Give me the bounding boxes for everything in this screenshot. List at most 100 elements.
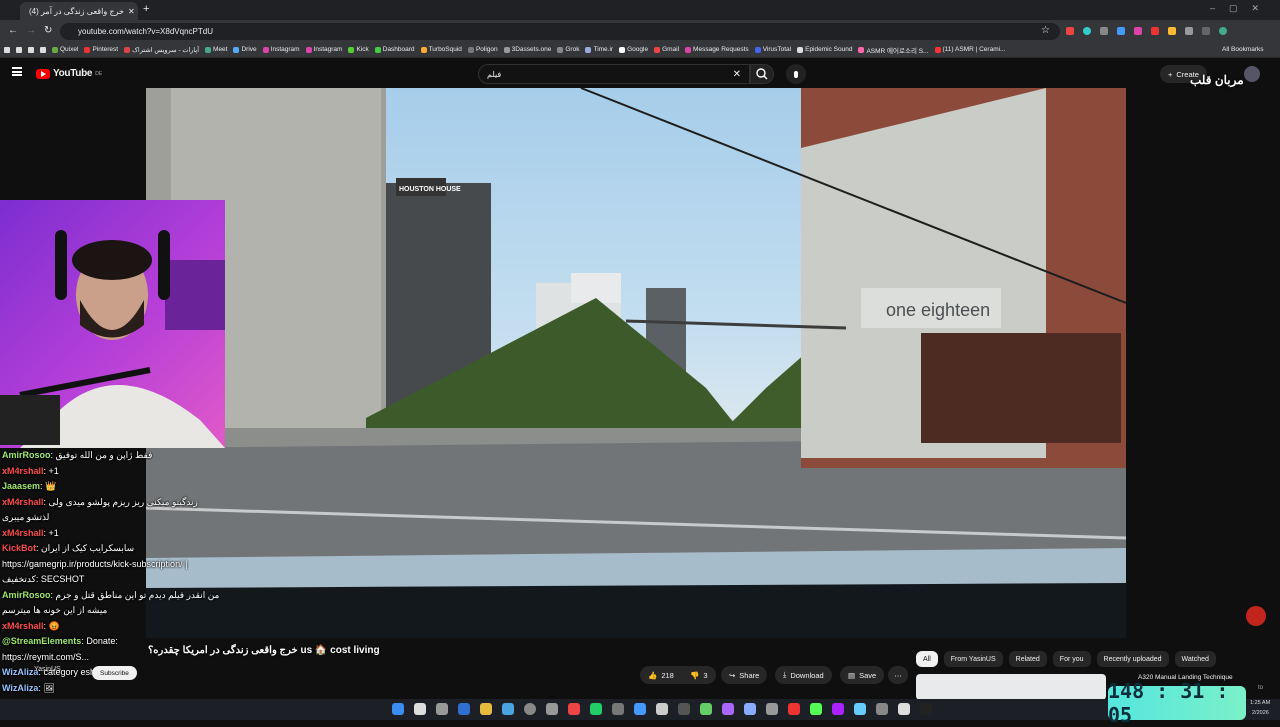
taskbar-app-icon[interactable] <box>898 703 910 715</box>
bookmark-favicon-icon <box>557 46 564 53</box>
taskbar-app-icon[interactable] <box>876 703 888 715</box>
bookmark-item[interactable]: آپارات - سرویس اشتراک <box>124 46 199 54</box>
bookmark-item[interactable]: Quixel <box>52 46 78 53</box>
dislike-button[interactable]: 👎 3 <box>682 666 716 684</box>
bookmark-item[interactable]: Dashboard <box>374 46 415 53</box>
taskbar-app-icon[interactable] <box>612 703 624 715</box>
bookmark-folder-icon[interactable] <box>16 46 22 53</box>
chat-username: AmirRosoo <box>2 450 51 460</box>
download-button[interactable]: ⤓ Download <box>775 666 832 684</box>
taskbar-app-icon[interactable] <box>788 703 800 715</box>
taskbar-app-icon[interactable] <box>392 703 404 715</box>
bookmark-item[interactable]: Message Requests <box>685 46 749 53</box>
reload-icon[interactable]: ↻ <box>44 25 52 36</box>
bookmark-favicon-icon <box>52 46 58 53</box>
bookmark-item[interactable]: ASMR 에어로소리 S... <box>858 45 929 55</box>
overlay-brand: مربان قلب <box>1190 73 1244 87</box>
taskbar-app-icon[interactable] <box>700 703 712 715</box>
subscribe-button[interactable]: Subscribe <box>92 666 137 680</box>
taskbar-app-icon[interactable] <box>436 703 448 715</box>
bookmark-item[interactable]: (11) ASMR | Cerami... <box>934 46 1005 53</box>
taskbar-app-icon[interactable] <box>414 703 426 715</box>
bookmark-folder-icon[interactable] <box>28 46 34 53</box>
taskbar-app-icon[interactable] <box>590 703 602 715</box>
bookmark-item[interactable]: VirusTotal <box>754 46 791 53</box>
filter-chip[interactable]: Recently uploaded <box>1096 651 1169 667</box>
bookmark-item[interactable]: Drive <box>233 46 257 53</box>
bookmark-folder-icon[interactable] <box>4 46 10 53</box>
taskbar-app-icon[interactable] <box>634 703 646 715</box>
taskbar-app-icon[interactable] <box>546 703 558 715</box>
browser-tab[interactable]: (4) خرج واقعی زندگی در آمر ✕ <box>20 2 138 20</box>
search-button[interactable] <box>750 64 774 84</box>
youtube-logo[interactable]: YouTube DE <box>36 68 102 79</box>
bookmark-folder-icon[interactable] <box>40 46 46 53</box>
bookmark-item[interactable]: Time.ir <box>585 46 613 53</box>
all-bookmarks[interactable]: All Bookmarks <box>1222 46 1264 53</box>
chat-text: فقط ژاپن و من الله توفیق <box>55 450 153 460</box>
more-actions-button[interactable]: ⋯ <box>888 666 908 684</box>
channel-name[interactable]: YasinUS <box>34 666 61 673</box>
bookmark-item[interactable]: Poligon <box>467 46 498 53</box>
thumbs-up-icon: 👍 <box>648 670 658 680</box>
bookmark-item[interactable]: Epidemic Sound <box>797 46 852 53</box>
new-tab-button[interactable]: + <box>143 3 149 15</box>
bookmark-item[interactable]: 3Dassets.one <box>503 46 551 53</box>
taskbar-app-icon[interactable] <box>722 703 734 715</box>
chat-text: من انقدر فیلم دیدم تو این مناطق قتل و جر… <box>55 589 220 600</box>
recommended-thumbnail[interactable] <box>916 674 1106 700</box>
bookmark-favicon-icon <box>754 46 761 53</box>
bookmark-label: ASMR 에어로소리 S... <box>866 47 929 55</box>
bookmark-item[interactable]: Meet <box>205 46 227 53</box>
forward-icon[interactable]: → <box>26 25 36 36</box>
save-button[interactable]: ▤ Save <box>840 666 885 684</box>
close-tab-icon[interactable]: ✕ <box>128 7 135 16</box>
avatar[interactable] <box>1244 66 1260 82</box>
filter-chip[interactable]: Watched <box>1174 651 1216 667</box>
taskbar-app-icon[interactable] <box>524 703 536 715</box>
chat-message: xM4rshall: +1 <box>2 527 59 538</box>
bookmark-item[interactable]: Google <box>619 46 648 53</box>
taskbar-app-icon[interactable] <box>678 703 690 715</box>
chat-message: KickBot: سابسکرایب کیک از ایران <box>2 543 135 553</box>
subathon-timer: 148 : 31 : 05 <box>1108 679 1246 727</box>
taskbar-app-icon[interactable] <box>766 703 778 715</box>
taskbar-app-icon[interactable] <box>854 703 866 715</box>
bookmark-item[interactable]: Instagram <box>305 46 342 53</box>
taskbar-app-icon[interactable] <box>744 703 756 715</box>
filter-chip[interactable]: From YasinUS <box>943 651 1003 667</box>
bookmark-item[interactable]: TurboSquid <box>420 46 462 53</box>
taskbar-app-icon[interactable] <box>832 703 844 715</box>
taskbar-app-icon[interactable] <box>920 703 932 715</box>
taskbar-app-icon[interactable] <box>810 703 822 715</box>
bookmark-label: Message Requests <box>693 46 749 53</box>
filter-chip[interactable]: All <box>916 651 938 667</box>
extensions-icons[interactable] <box>1066 27 1266 36</box>
voice-search-button[interactable] <box>786 64 806 84</box>
bookmark-favicon-icon <box>205 46 212 53</box>
taskbar-app-icon[interactable] <box>458 703 470 715</box>
bookmark-item[interactable]: Grok <box>557 46 579 53</box>
bookmark-item[interactable]: Instagram <box>262 46 300 53</box>
bookmark-label: Gmail <box>662 46 680 53</box>
taskbar-app-icon[interactable] <box>502 703 514 715</box>
bookmark-item[interactable]: Kick <box>348 46 369 53</box>
taskbar-app-icon[interactable] <box>480 703 492 715</box>
taskbar-app-icon[interactable] <box>568 703 580 715</box>
address-bar[interactable]: youtube.com/watch?v=X8dVqncPTdU <box>60 23 1060 40</box>
taskbar-app-icon[interactable] <box>656 703 668 715</box>
bookmark-star-icon[interactable]: ☆ <box>1041 25 1050 36</box>
bookmark-item[interactable]: Gmail <box>654 46 679 53</box>
back-icon[interactable]: ← <box>8 25 18 36</box>
search-input[interactable]: فیلم ✕ <box>478 64 750 84</box>
menu-icon[interactable] <box>12 67 22 76</box>
video-player[interactable]: HOUSTON HOUSE one eighteen <box>146 88 1126 638</box>
share-button[interactable]: ↪ Share <box>721 666 768 684</box>
like-button[interactable]: 👍 218 <box>640 666 682 684</box>
filter-chip[interactable]: For you <box>1052 651 1091 667</box>
bookmark-item[interactable]: Pinterest <box>84 46 118 53</box>
clear-search-icon[interactable]: ✕ <box>733 69 741 80</box>
bookmark-label: Meet <box>213 46 228 53</box>
filter-chip[interactable]: Related <box>1008 651 1047 667</box>
chat-text: 🖼 <box>43 682 55 693</box>
